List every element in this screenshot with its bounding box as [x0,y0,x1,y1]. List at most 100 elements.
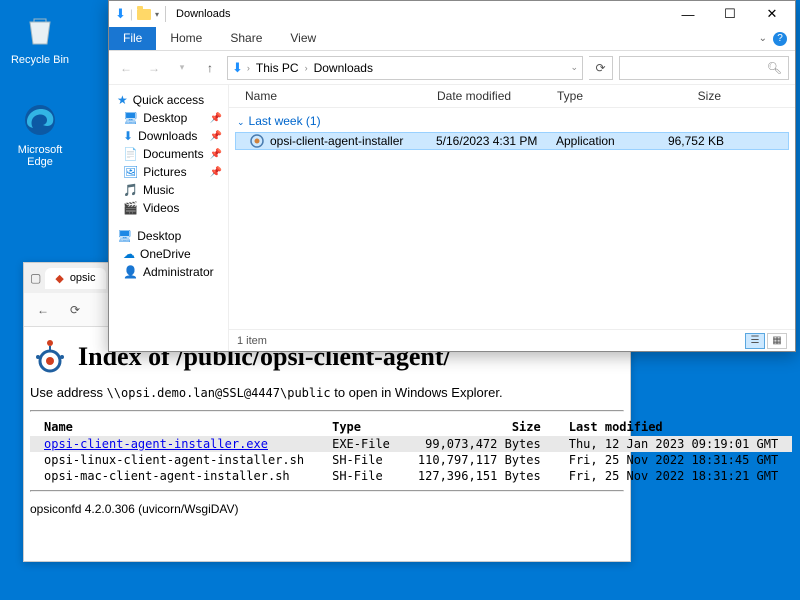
tab-corner-icon: ▢ [30,271,41,285]
col-header-type[interactable]: Type [549,85,639,107]
item-icon: 🖼 [123,165,138,179]
cell-size: 110,797,117 Bytes [404,452,555,468]
file-type: Application [556,134,646,148]
address-hint: Use address \\opsi.demo.lan@SSL@4447\pub… [30,385,624,400]
qat-dropdown-icon[interactable]: ▾ [155,10,159,19]
cell-modified: Fri, 25 Nov 2022 18:31:21 GMT [555,468,793,484]
view-details-button[interactable]: ☰ [745,333,765,349]
ribbon-tab-share[interactable]: Share [216,27,276,50]
sidebar-item[interactable]: 📄Documents📌 [109,145,228,163]
maximize-button[interactable]: ☐ [709,1,751,27]
downloads-icon: ⬇ [232,60,243,76]
sidebar-item-label: Documents [143,147,204,161]
status-text: 1 item [237,335,267,347]
col-size: Size [404,418,555,436]
item-icon: 🎵 [123,183,138,197]
sidebar-quick-access[interactable]: ★ Quick access [109,91,228,109]
titlebar: ⬇ | ▾ Downloads — ☐ ✕ [109,1,795,27]
pin-icon: 📌 [210,167,222,178]
ribbon: File Home Share View ⌄ ? [109,27,795,51]
pin-icon: 📌 [210,149,222,160]
listing-row: opsi-linux-client-agent-installer.shSH-F… [30,452,792,468]
col-modified: Last modified [555,418,793,436]
nav-forward-button[interactable]: → [143,57,165,79]
column-headers: Name Date modified Type Size [229,85,795,108]
user-icon: 👤 [123,265,138,279]
help-icon[interactable]: ? [773,32,787,46]
window-title: Downloads [176,8,230,20]
qat-divider: | [130,7,133,21]
cell-name: opsi-linux-client-agent-installer.sh [30,452,318,468]
chevron-down-icon: ⌄ [237,117,245,127]
desktop-icon-edge[interactable]: Microsoft Edge [5,100,75,168]
breadcrumb-item[interactable]: This PC [254,61,301,75]
chevron-right-icon[interactable]: › [247,63,250,73]
file-list: ⌄Last week (1) opsi-client-agent-install… [229,108,795,329]
ribbon-tab-file[interactable]: File [109,27,156,50]
cell-modified: Fri, 25 Nov 2022 18:31:45 GMT [555,452,793,468]
browser-refresh-button[interactable]: ⟳ [64,299,86,321]
application-icon [250,134,264,148]
file-pane: Name Date modified Type Size ⌄Last week … [229,85,795,351]
search-box[interactable]: 🔍︎ [619,56,789,80]
ribbon-expand-icon[interactable]: ⌄ [759,33,767,44]
group-header[interactable]: ⌄Last week (1) [229,110,795,132]
sidebar-item[interactable]: 🖥Desktop📌 [109,109,228,127]
desktop-icon-label: Recycle Bin [5,54,75,66]
cell-modified: Thu, 12 Jan 2023 09:19:01 GMT [555,436,793,452]
ribbon-tab-view[interactable]: View [276,27,330,50]
item-icon: 🖥 [123,111,138,125]
chevron-right-icon[interactable]: › [305,63,308,73]
breadcrumb-item[interactable]: Downloads [312,61,375,75]
refresh-button[interactable]: ⟳ [589,56,613,80]
sidebar-item-onedrive[interactable]: ☁ OneDrive [109,245,228,263]
cell-type: EXE-File [318,436,404,452]
file-row[interactable]: opsi-client-agent-installer 5/16/2023 4:… [235,132,789,150]
down-arrow-icon[interactable]: ⬇ [115,6,126,22]
sidebar-item[interactable]: ⬇Downloads📌 [109,127,228,145]
folder-icon[interactable] [137,9,151,20]
col-header-date[interactable]: Date modified [429,85,549,107]
cell-size: 99,073,472 Bytes [404,436,555,452]
sidebar-item[interactable]: 🎬Videos [109,199,228,217]
sidebar-item[interactable]: 🎵Music [109,181,228,199]
recycle-bin-icon [20,10,60,50]
view-icons-button[interactable]: ▦ [767,333,787,349]
edge-icon [20,100,60,140]
sidebar-desktop[interactable]: 🖥 Desktop [109,227,228,245]
browser-content: Index of /public/opsi-client-agent/ Use … [24,327,630,526]
minimize-button[interactable]: — [667,1,709,27]
explorer-window: ⬇ | ▾ Downloads — ☐ ✕ File Home Share Vi… [108,0,796,352]
browser-tab[interactable]: ◆ opsic [45,268,105,289]
cell-name: opsi-mac-client-agent-installer.sh [30,468,318,484]
col-name: Name [30,418,318,436]
sidebar-item-label: Pictures [143,165,186,179]
col-header-name[interactable]: Name [229,85,429,107]
nav-back-button[interactable]: ← [115,57,137,79]
opsi-logo-icon [30,337,70,377]
pin-icon: 📌 [210,131,222,142]
file-date: 5/16/2023 4:31 PM [436,134,556,148]
sidebar-item[interactable]: 🖼 Pictures 📌 [109,163,228,181]
file-link[interactable]: opsi-client-agent-installer.exe [44,437,268,451]
col-header-size[interactable]: Size [639,85,729,107]
desktop-icon: 🖥 [117,229,132,243]
address-bar[interactable]: ⬇ › This PC › Downloads ⌄ [227,56,583,80]
chevron-down-icon[interactable]: ⌄ [570,62,578,73]
nav-up-button[interactable]: ↑ [199,57,221,79]
status-bar: 1 item ☰ ▦ [229,329,795,351]
listing-row: opsi-client-agent-installer.exe EXE-File9… [30,436,792,452]
desktop-icon-recycle-bin[interactable]: Recycle Bin [5,10,75,66]
browser-back-button[interactable]: ← [32,299,54,321]
sidebar-item-administrator[interactable]: 👤 Administrator [109,263,228,281]
server-footer: opsiconfd 4.2.0.306 (uvicorn/WsgiDAV) [30,502,624,516]
navbar: ← → ▾ ↑ ⬇ › This PC › Downloads ⌄ ⟳ 🔍︎ [109,51,795,85]
search-icon: 🔍︎ [767,61,782,75]
close-button[interactable]: ✕ [751,1,793,27]
desktop-icon-label: Microsoft Edge [5,144,75,168]
item-icon: ⬇ [123,129,133,143]
ribbon-tab-home[interactable]: Home [156,27,216,50]
file-name: opsi-client-agent-installer [270,134,403,148]
cell-type: SH-File [318,468,404,484]
nav-recent-dropdown[interactable]: ▾ [171,57,193,79]
